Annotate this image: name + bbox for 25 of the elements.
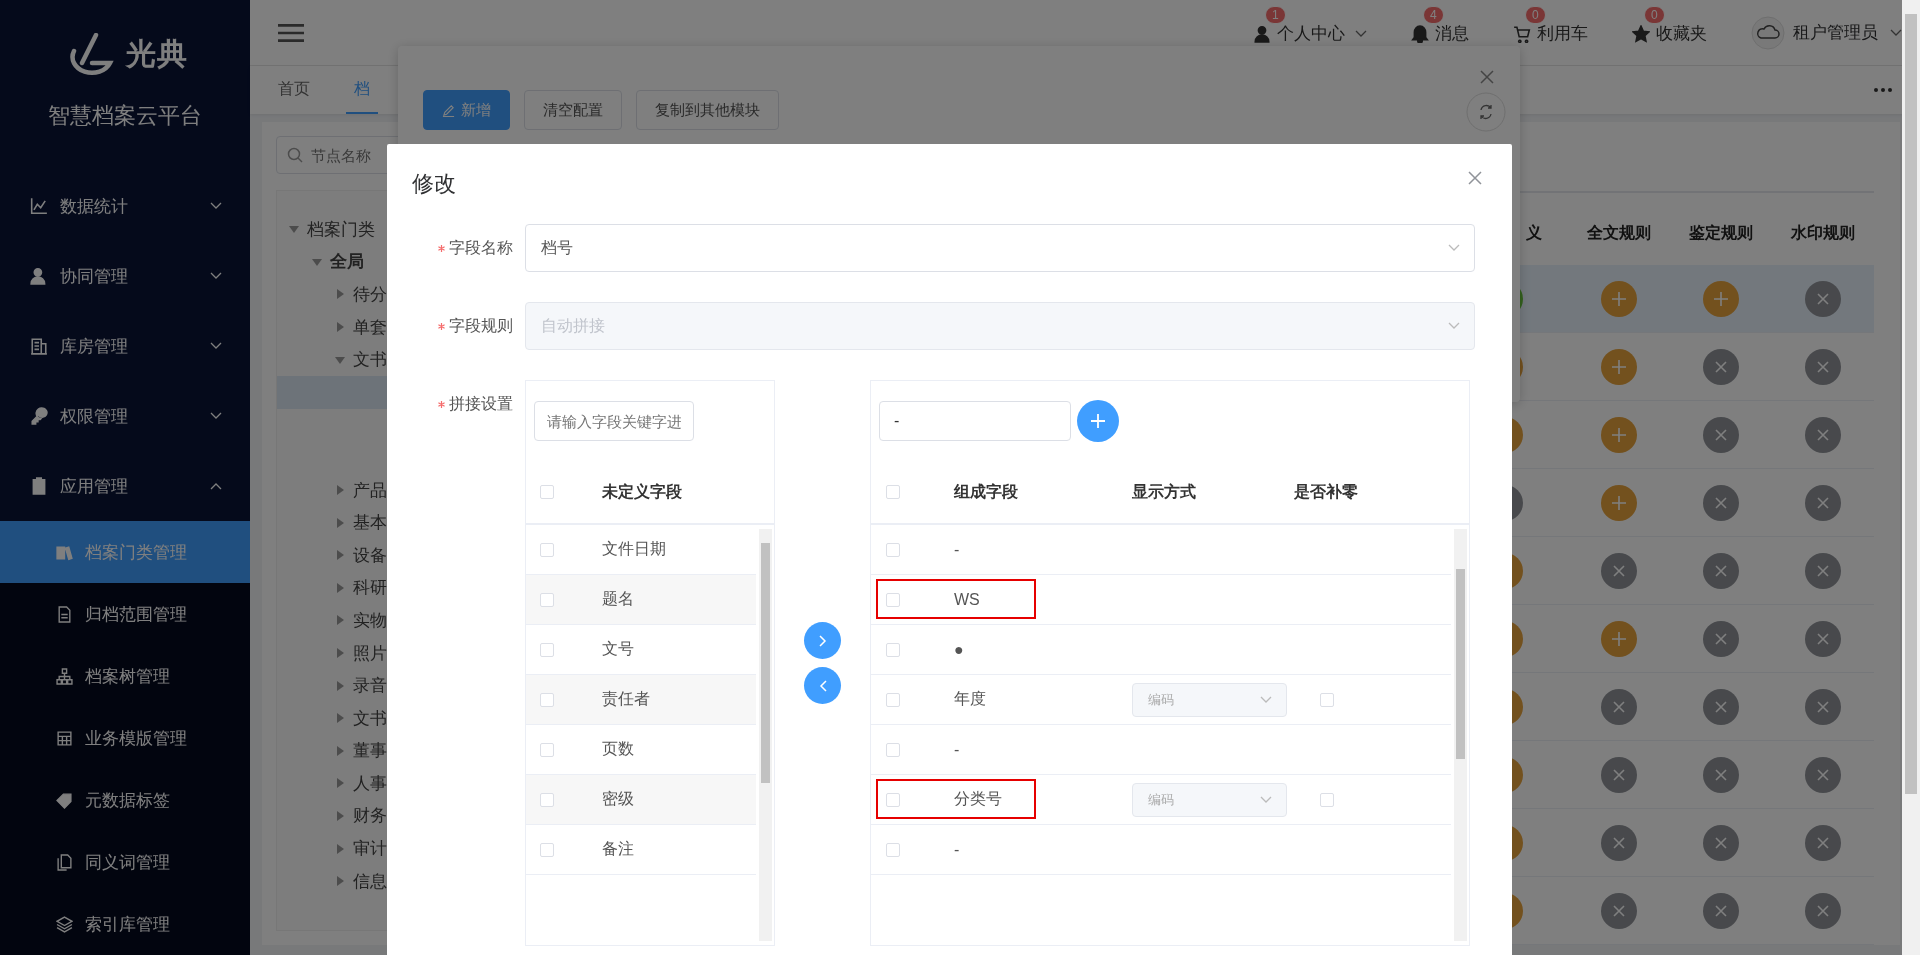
column-header: 未定义字段 [602, 481, 682, 502]
logo-text: 光典 [126, 36, 188, 72]
column-header: 是否补零 [1294, 481, 1358, 502]
column-header: 显示方式 [1132, 481, 1196, 502]
column-header: 水印规则 [1791, 223, 1855, 241]
count-badge: 4 [1423, 6, 1444, 24]
field-name: - [954, 840, 960, 859]
field-label: 字段规则 [449, 315, 513, 336]
field-label: 拼接设置 [449, 394, 513, 414]
column-header: 全文规则 [1587, 223, 1651, 241]
column-header: 义 [1526, 223, 1542, 241]
field-label: 字段名称 [449, 237, 513, 258]
count-badge: 1 [1265, 6, 1286, 24]
field-name: ● [954, 640, 964, 659]
field-name: - [954, 740, 960, 759]
count-badge: 0 [1525, 6, 1546, 24]
platform-title: 智慧档案云平台 [47, 102, 203, 130]
field-name: 分类号 [954, 789, 1002, 809]
field-name: 年度 [954, 689, 986, 709]
dialog-title: 修改 [412, 170, 456, 198]
field-name: - [954, 540, 960, 559]
count-badge: 0 [1644, 6, 1665, 24]
field-name: WS [954, 590, 980, 609]
column-header: 组成字段 [954, 481, 1018, 502]
column-header: 鉴定规则 [1689, 223, 1753, 241]
